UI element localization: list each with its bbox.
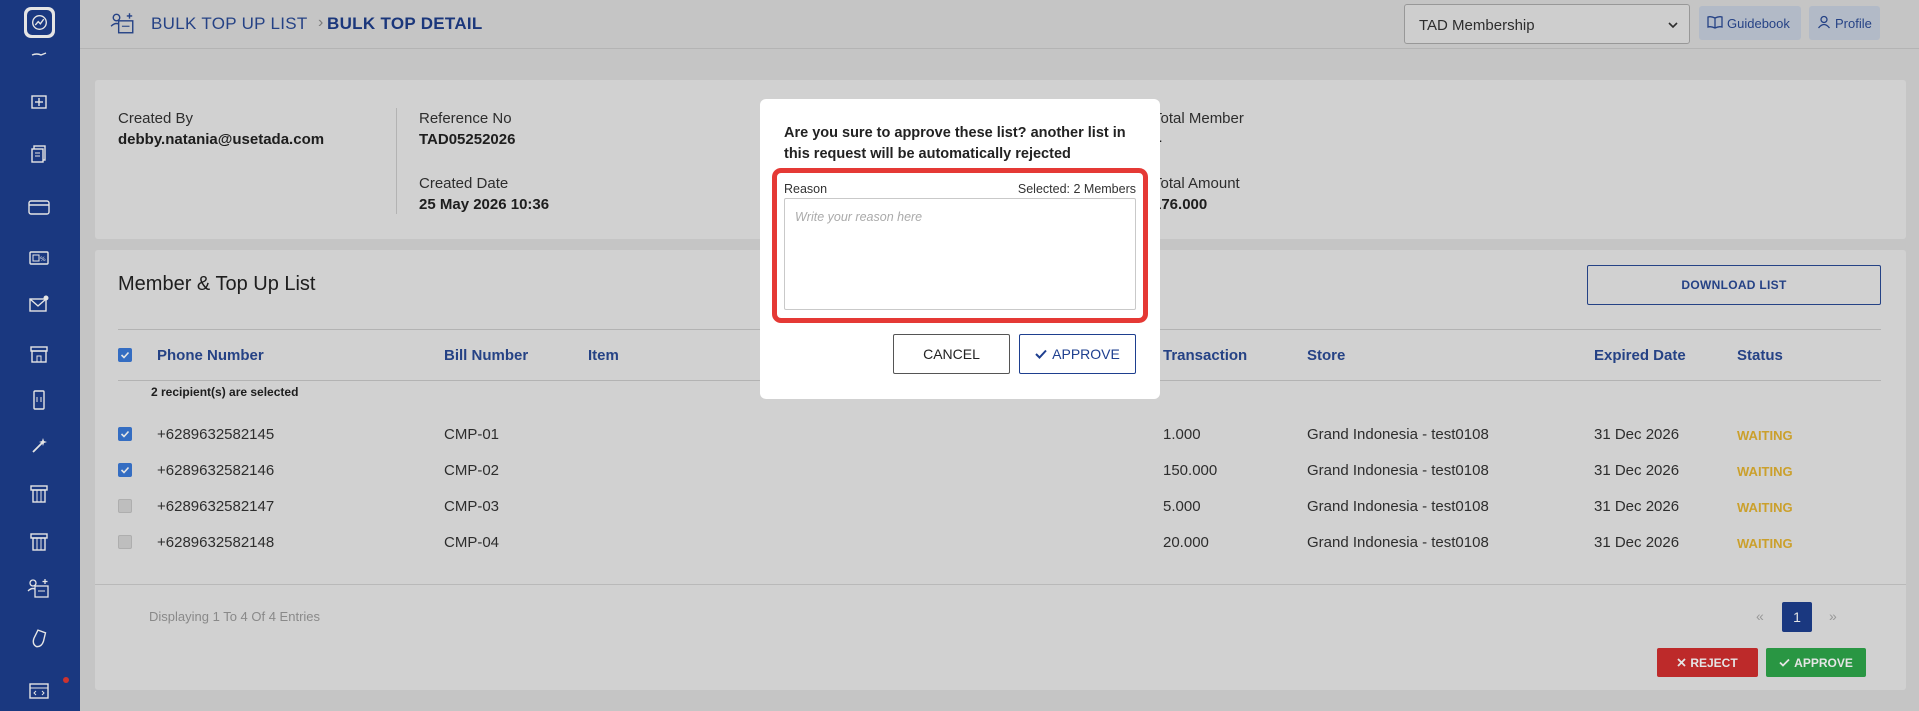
- modal-approve-label: APPROVE: [1052, 346, 1120, 362]
- modal-title: Are you sure to approve these list? anot…: [784, 125, 1126, 162]
- check-icon: [1035, 346, 1047, 362]
- reason-label: Reason: [784, 182, 828, 196]
- modal-approve-button[interactable]: APPROVE: [1019, 334, 1136, 374]
- selected-members-count: Selected: 2 Members: [1017, 182, 1136, 196]
- approve-confirmation-modal: Are you sure to approve these list? anot…: [760, 99, 1160, 399]
- cancel-button[interactable]: CANCEL: [893, 334, 1010, 374]
- reason-input[interactable]: [784, 198, 1136, 310]
